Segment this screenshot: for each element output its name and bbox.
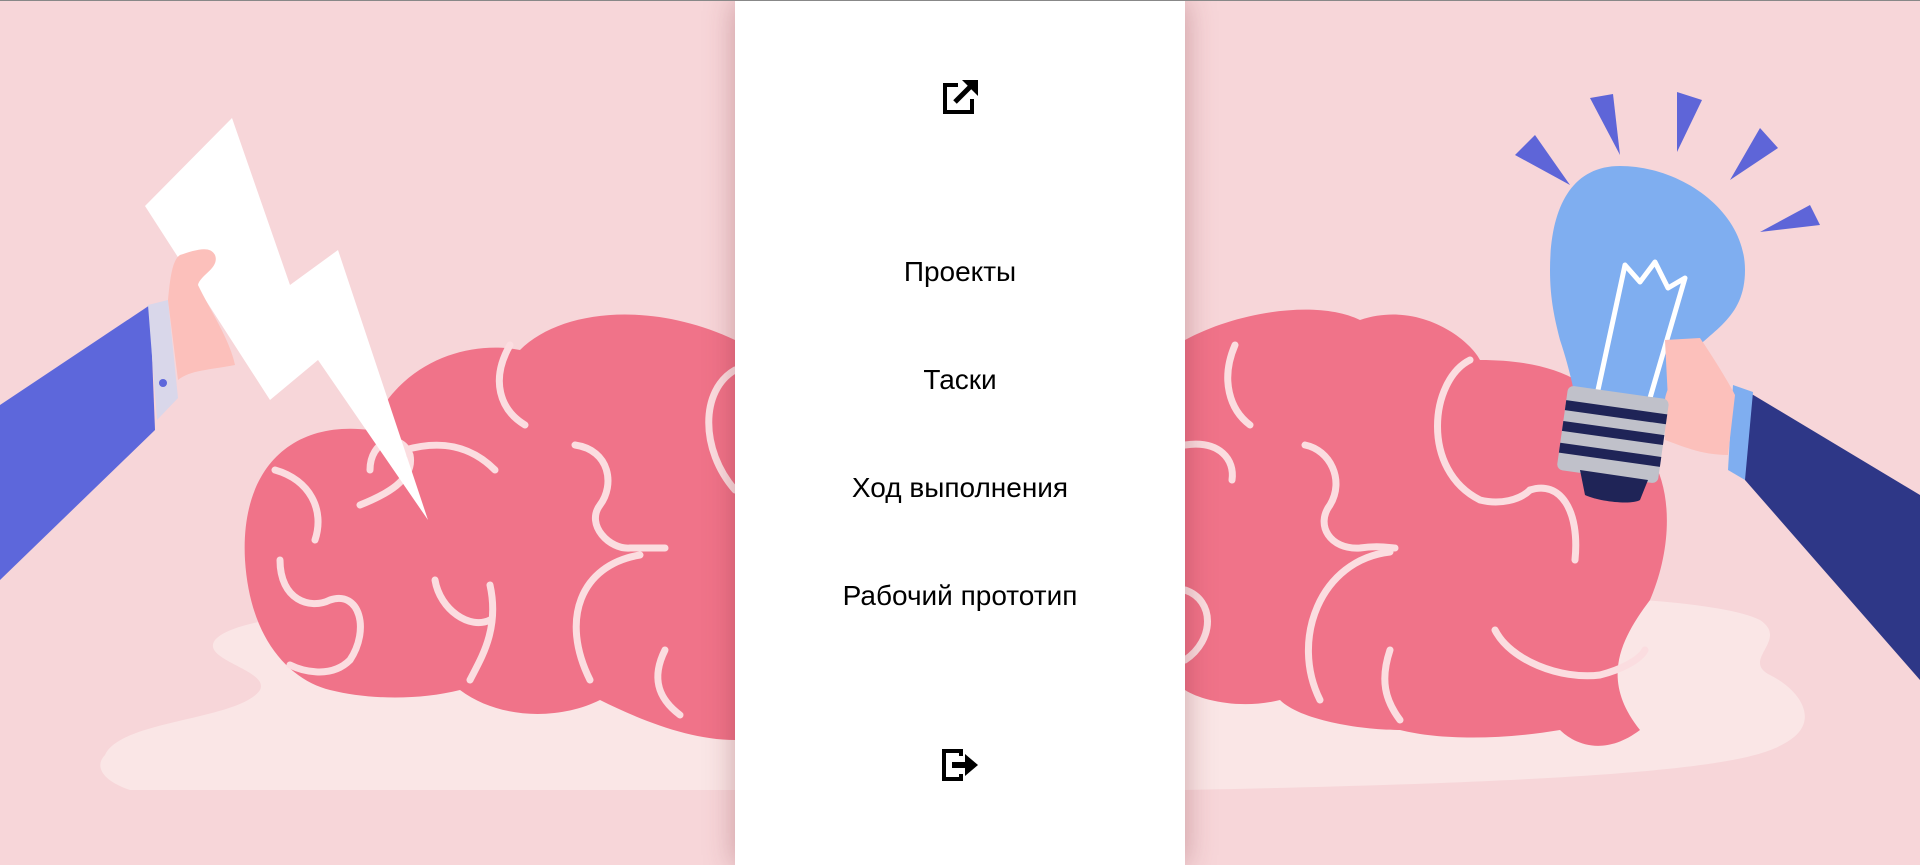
menu-item-label: Ход выполнения bbox=[851, 472, 1069, 503]
main-menu: Проекты Таски Ход выполнения Рабочий про… bbox=[735, 244, 1185, 676]
left-arm bbox=[0, 249, 235, 580]
menu-item-projects[interactable]: Проекты bbox=[735, 244, 1185, 352]
menu-item-label: Таски bbox=[923, 364, 997, 395]
menu-item-label: Проекты bbox=[903, 256, 1017, 287]
menu-item-progress[interactable]: Ход выполнения bbox=[735, 460, 1185, 568]
menu-item-label: Рабочий прототип bbox=[842, 580, 1078, 611]
menu-item-prototype[interactable]: Рабочий прототип bbox=[735, 568, 1185, 676]
open-external-icon[interactable] bbox=[940, 77, 980, 117]
logout-icon[interactable] bbox=[940, 745, 980, 785]
window-top-border bbox=[0, 0, 1920, 1]
left-brain bbox=[244, 314, 739, 740]
side-menu-panel: Проекты Таски Ход выполнения Рабочий про… bbox=[735, 1, 1185, 865]
menu-item-tasks[interactable]: Таски bbox=[735, 352, 1185, 460]
